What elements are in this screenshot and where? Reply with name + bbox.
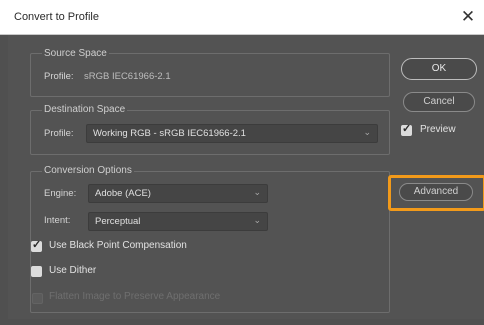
title-bar: Convert to Profile ✕ (0, 0, 484, 35)
preview-checkbox[interactable]: ✓ (401, 123, 412, 136)
destination-profile-select[interactable]: Working RGB - sRGB IEC61966-2.1 ⌄ (86, 124, 378, 143)
black-point-label[interactable]: Use Black Point Compensation (49, 240, 187, 251)
conversion-options-legend: Conversion Options (42, 165, 134, 176)
intent-select[interactable]: Perceptual ⌄ (88, 212, 268, 231)
flatten-label: Flatten Image to Preserve Appearance (49, 291, 221, 302)
destination-profile-label: Profile: (44, 128, 74, 139)
source-profile-label: Profile: (44, 71, 74, 82)
intent-value: Perceptual (95, 216, 141, 227)
dither-checkbox[interactable] (31, 266, 42, 277)
preview-label[interactable]: Preview (420, 124, 456, 135)
chevron-down-icon: ⌄ (253, 215, 261, 225)
intent-label: Intent: (44, 215, 71, 226)
dither-label[interactable]: Use Dither (49, 265, 96, 276)
dialog-frame: Source Space Profile: sRGB IEC61966-2.1 … (8, 35, 484, 319)
destination-profile-value: Working RGB - sRGB IEC61966-2.1 (93, 128, 246, 139)
advanced-button[interactable]: Advanced (399, 183, 473, 201)
chevron-down-icon: ⌄ (363, 127, 371, 137)
checkmark-icon: ✓ (32, 239, 42, 251)
close-icon[interactable]: ✕ (454, 3, 482, 31)
source-space-legend: Source Space (42, 48, 109, 59)
engine-value: Adobe (ACE) (95, 188, 151, 199)
cancel-button[interactable]: Cancel (403, 92, 475, 112)
flatten-checkbox (32, 293, 43, 304)
ok-button[interactable]: OK (401, 58, 477, 80)
dialog-body: Source Space Profile: sRGB IEC61966-2.1 … (0, 35, 484, 325)
destination-space-legend: Destination Space (42, 104, 128, 115)
engine-label: Engine: (44, 188, 77, 199)
black-point-checkbox[interactable]: ✓ (31, 239, 42, 252)
source-profile-value: sRGB IEC61966-2.1 (84, 71, 171, 82)
engine-select[interactable]: Adobe (ACE) ⌄ (88, 184, 268, 203)
checkmark-icon: ✓ (402, 123, 412, 135)
window-title: Convert to Profile (14, 11, 99, 23)
chevron-down-icon: ⌄ (253, 187, 261, 197)
